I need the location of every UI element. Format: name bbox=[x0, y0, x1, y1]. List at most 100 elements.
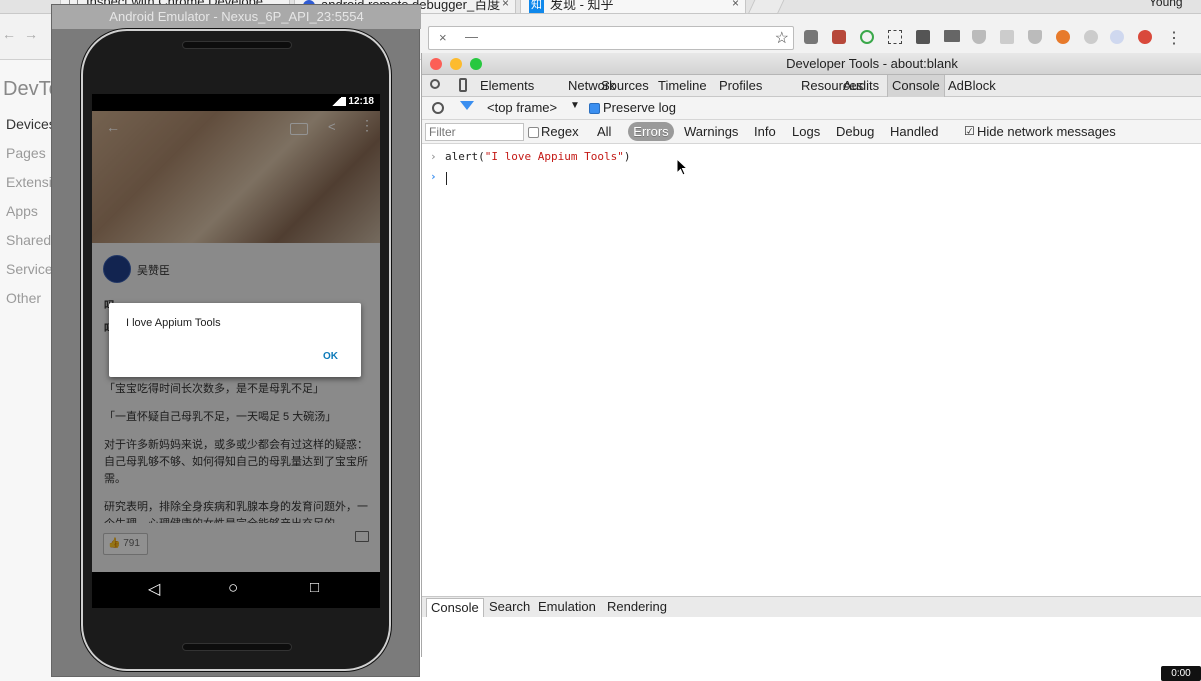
signal-icon bbox=[332, 97, 342, 106]
extension-bar: ⋮ bbox=[804, 28, 1182, 48]
devtools-window: Developer Tools - about:blank Elements N… bbox=[421, 53, 1201, 657]
console-paren: ) bbox=[623, 150, 631, 163]
devtools-drawer-tabs: Console Search Emulation Rendering bbox=[422, 596, 1201, 618]
extension-icon[interactable] bbox=[860, 30, 874, 44]
nav-back-icon[interactable]: ◁ bbox=[148, 579, 160, 599]
console-string: "I love Appium Tools" bbox=[484, 150, 624, 163]
close-icon[interactable]: × bbox=[732, 0, 739, 10]
drawer-console-panel[interactable] bbox=[422, 617, 1201, 657]
new-tab-button[interactable] bbox=[747, 0, 787, 14]
console-output[interactable]: › alert("I love Appium Tools") › bbox=[422, 144, 1201, 596]
omnibox[interactable]: × — ☆ bbox=[428, 26, 794, 50]
device-mode-icon[interactable] bbox=[459, 78, 467, 92]
drawer-tab-search[interactable]: Search bbox=[489, 599, 530, 614]
sidebar-item-apps[interactable]: Apps bbox=[6, 203, 38, 219]
sidebar-item-other[interactable]: Other bbox=[6, 290, 41, 306]
sidebar-item-service-workers[interactable]: Service bbox=[6, 261, 53, 277]
console-prompt[interactable]: › bbox=[422, 170, 1201, 187]
mouse-cursor-icon bbox=[676, 158, 688, 176]
sidebar-item-devices[interactable]: Devices bbox=[6, 116, 56, 132]
android-status-bar: 12:18 bbox=[92, 94, 380, 111]
regex-label: Regex bbox=[541, 124, 579, 139]
drawer-tab-console[interactable]: Console bbox=[426, 598, 484, 618]
phone-screen: 12:18 ← < ⋮ 吴赞臣 吗 吗 「宝宝吃得时间长次数多，是不是母乳不足」… bbox=[92, 94, 380, 608]
chevron-down-icon[interactable]: ▼ bbox=[570, 100, 580, 111]
extension-icon[interactable] bbox=[832, 30, 846, 44]
console-command: alert("I love Appium Tools") bbox=[445, 150, 630, 163]
regex-checkbox[interactable] bbox=[528, 127, 539, 138]
search-icon[interactable] bbox=[430, 79, 440, 89]
forward-icon[interactable]: → bbox=[24, 26, 38, 42]
zoom-window-button[interactable] bbox=[470, 58, 482, 70]
tab-sources[interactable]: Sources bbox=[597, 75, 653, 97]
close-window-button[interactable] bbox=[430, 58, 442, 70]
android-nav-bar: ◁ ○ □ bbox=[92, 572, 380, 608]
zhihu-icon: 知 bbox=[529, 0, 544, 13]
tab-timeline[interactable]: Timeline bbox=[654, 75, 711, 97]
prompt-chevron-icon: › bbox=[430, 170, 437, 183]
back-icon[interactable]: ← bbox=[2, 26, 16, 42]
sidebar-item-shared-workers[interactable]: Shared bbox=[6, 232, 51, 248]
alert-dialog: I love Appium Tools OK bbox=[109, 303, 361, 377]
drawer-tab-emulation[interactable]: Emulation bbox=[538, 599, 596, 614]
extension-icon[interactable] bbox=[916, 30, 930, 44]
filter-icon[interactable] bbox=[460, 101, 474, 110]
emulator-title: Android Emulator - Nexus_6P_API_23:5554 bbox=[52, 5, 421, 29]
profile-name[interactable]: Young bbox=[1149, 0, 1183, 9]
close-icon[interactable]: × bbox=[439, 30, 447, 45]
checkbox-checked-icon[interactable]: ☑ bbox=[964, 124, 975, 138]
preserve-log-label: Preserve log bbox=[603, 100, 676, 115]
frame-selector[interactable]: <top frame> bbox=[487, 100, 557, 115]
console-fn: alert( bbox=[445, 150, 485, 163]
speaker-grille bbox=[182, 41, 292, 49]
extension-icon[interactable] bbox=[972, 30, 986, 44]
extension-icon[interactable] bbox=[1110, 30, 1124, 44]
tab-audits[interactable]: Audits bbox=[839, 75, 883, 97]
screen-root: Inspect with Chrome Develope android rem… bbox=[0, 0, 1201, 681]
star-icon[interactable]: ☆ bbox=[775, 28, 789, 48]
tab-profiles[interactable]: Profiles bbox=[715, 75, 766, 97]
level-handled[interactable]: Handled bbox=[890, 124, 938, 139]
filter-input[interactable] bbox=[425, 123, 524, 141]
console-toolbar: <top frame> ▼ Preserve log bbox=[422, 97, 1201, 120]
extension-icon[interactable] bbox=[804, 30, 818, 44]
tab-adblock[interactable]: AdBlock bbox=[944, 75, 1000, 97]
level-logs[interactable]: Logs bbox=[792, 124, 820, 139]
sidebar-item-pages[interactable]: Pages bbox=[6, 145, 46, 161]
speaker-grille bbox=[182, 643, 292, 651]
menu-icon[interactable]: ⋮ bbox=[1166, 28, 1182, 48]
console-entry: › alert("I love Appium Tools") bbox=[422, 150, 1201, 167]
alert-ok-button[interactable]: OK bbox=[323, 351, 338, 362]
extension-icon[interactable] bbox=[1028, 30, 1042, 44]
level-info[interactable]: Info bbox=[754, 124, 776, 139]
devtools-title-bar: Developer Tools - about:blank bbox=[422, 53, 1201, 75]
level-errors[interactable]: Errors bbox=[628, 122, 674, 141]
devtools-title: Developer Tools - about:blank bbox=[786, 56, 958, 71]
level-warnings[interactable]: Warnings bbox=[684, 124, 738, 139]
phone-frame: 12:18 ← < ⋮ 吴赞臣 吗 吗 「宝宝吃得时间长次数多，是不是母乳不足」… bbox=[81, 29, 391, 671]
minimize-window-button[interactable] bbox=[450, 58, 462, 70]
extension-icon[interactable] bbox=[1138, 30, 1152, 44]
devtools-panel-tabs: Elements Network Sources Timeline Profil… bbox=[422, 75, 1201, 97]
preserve-log-checkbox[interactable] bbox=[589, 103, 600, 114]
extension-icon[interactable] bbox=[944, 30, 960, 42]
level-all[interactable]: All bbox=[597, 124, 611, 139]
tab-elements[interactable]: Elements bbox=[476, 75, 538, 97]
level-debug[interactable]: Debug bbox=[836, 124, 874, 139]
drawer-tab-rendering[interactable]: Rendering bbox=[607, 599, 667, 614]
browser-tab-zhihu[interactable]: 知发现 - 知乎 × bbox=[520, 0, 746, 14]
battery-icon bbox=[342, 97, 346, 106]
recording-timer: 0:00 bbox=[1161, 666, 1201, 681]
text-caret bbox=[446, 172, 447, 185]
nav-home-icon[interactable]: ○ bbox=[228, 578, 238, 598]
minimize-icon[interactable]: — bbox=[465, 29, 478, 44]
tab-console[interactable]: Console bbox=[887, 75, 945, 97]
close-icon[interactable]: × bbox=[502, 0, 509, 10]
extension-icon[interactable] bbox=[1084, 30, 1098, 44]
clear-console-icon[interactable] bbox=[432, 102, 444, 114]
nav-recents-icon[interactable]: □ bbox=[310, 579, 319, 596]
input-prompt-icon: › bbox=[430, 150, 437, 163]
extension-icon[interactable] bbox=[888, 30, 902, 44]
extension-icon[interactable] bbox=[1056, 30, 1070, 44]
extension-icon[interactable] bbox=[1000, 30, 1014, 44]
